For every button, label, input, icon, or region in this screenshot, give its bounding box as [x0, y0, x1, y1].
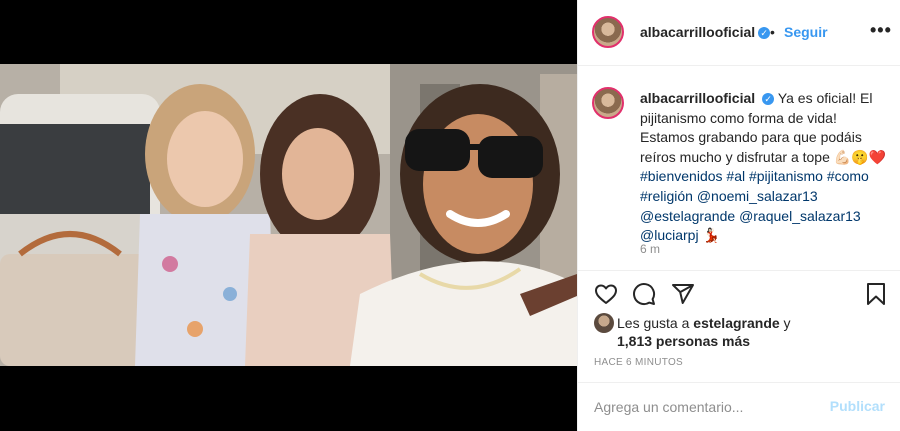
liked-by-username[interactable]: estelagrande — [693, 315, 779, 331]
caption-emoji: 💃🏻 — [702, 227, 720, 244]
author-username-row: albacarrillooficial ✓ — [640, 24, 771, 42]
post-header: albacarrillooficial ✓ • Seguir ••• — [578, 0, 900, 66]
more-options-icon[interactable]: ••• — [870, 20, 892, 41]
caption-relative-time: 6 m — [640, 242, 661, 256]
post-photo[interactable] — [0, 64, 577, 366]
mention-raquel[interactable]: @raquel_salazar13 — [739, 208, 861, 224]
liker-avatar[interactable] — [594, 313, 614, 333]
mention-lucia[interactable]: @luciarpj — [640, 227, 699, 243]
actions-divider — [578, 270, 900, 272]
mention-noemi[interactable]: @noemi_salazar13 — [697, 188, 818, 204]
comment-input[interactable] — [594, 397, 814, 417]
paper-plane-icon[interactable] — [671, 282, 695, 306]
comment-bubble-icon[interactable] — [632, 282, 656, 306]
post-timestamp[interactable]: HACE 6 MINUTOS — [594, 357, 683, 368]
hashtag-bienvenidos[interactable]: #bienvenidos — [640, 168, 723, 184]
caption-verified-badge-icon: ✓ — [762, 93, 775, 105]
author-username[interactable]: albacarrillooficial — [640, 24, 755, 40]
caption-username[interactable]: albacarrillooficial — [640, 90, 755, 106]
comment-bar: Publicar — [578, 382, 900, 431]
post-photo-illustration — [0, 64, 577, 366]
mention-estela[interactable]: @estelagrande — [640, 208, 735, 224]
post-media — [0, 0, 577, 431]
author-avatar[interactable] — [592, 16, 624, 48]
publish-button[interactable]: Publicar — [830, 398, 885, 414]
verified-badge-icon: ✓ — [758, 27, 771, 39]
hashtag-al[interactable]: #al — [726, 168, 745, 184]
post-side-panel: albacarrillooficial ✓ • Seguir ••• albaca… — [577, 0, 900, 431]
post-caption: albacarrillooficial ✓ Ya es oficial! El p… — [640, 89, 890, 246]
heart-icon[interactable] — [594, 282, 618, 306]
caption-author-avatar[interactable] — [592, 87, 624, 119]
follow-button[interactable]: Seguir — [784, 24, 828, 40]
hashtag-como[interactable]: #como — [827, 168, 869, 184]
hashtag-pijitanismo[interactable]: #pijitanismo — [749, 168, 823, 184]
header-separator: • — [770, 24, 775, 40]
likes-others-count[interactable]: 1,813 personas más — [617, 333, 750, 349]
likes-summary: Les gusta a estelagrande y 1,813 persona… — [617, 314, 887, 350]
bookmark-icon[interactable] — [864, 282, 888, 306]
likes-prefix: Les gusta a — [617, 315, 690, 331]
likes-conjunction: y — [783, 315, 791, 331]
hashtag-religion[interactable]: #religión — [640, 188, 693, 204]
